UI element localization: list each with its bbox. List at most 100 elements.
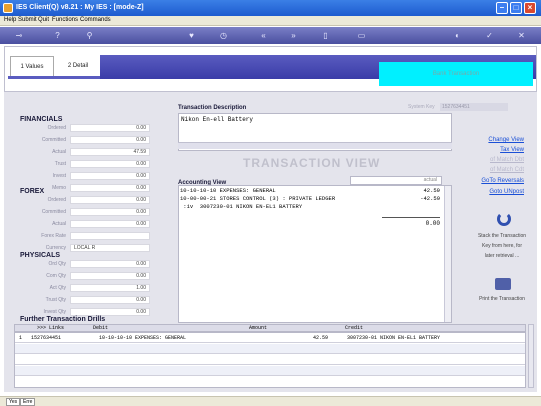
financials-value: 0.00 — [70, 124, 150, 132]
physicals-value: 0.00 — [70, 260, 150, 268]
side-link[interactable]: Change View — [488, 137, 524, 143]
financials-value: 47.59 — [70, 148, 150, 156]
sys-key-field: 1527634451 — [440, 103, 508, 111]
tab-values[interactable]: 1 Values — [10, 56, 54, 76]
row-debit: 10-10-10-10 EXPENSES: GENERAL — [99, 335, 187, 341]
side-link[interactable]: Goto UNpost — [489, 189, 524, 195]
close-icon[interactable]: × — [524, 2, 536, 14]
title-bar: IES Client(Q) v8.21 : My IES : [mode-Z] … — [0, 0, 541, 16]
header-box: Bank Transaction — [379, 62, 533, 86]
physicals-value: 0.00 — [70, 308, 150, 316]
menu-commands[interactable]: Commands — [80, 17, 111, 23]
stack-text-3: later retrieval ... — [484, 253, 520, 259]
description-label: Transaction Description — [178, 105, 247, 111]
accounting-line: 10-00-00-21 STORES CONTROL (3) : PRIVATE… — [180, 195, 336, 202]
financials-label: Trust — [54, 161, 66, 167]
financials-value: 0.00 — [70, 184, 150, 192]
minimize-icon[interactable]: – — [496, 2, 508, 14]
financials-value: 0.00 — [70, 136, 150, 144]
accounting-line: :iv 3007230-01 NIKON EN-EL1 BATTERY — [180, 203, 303, 210]
physicals-heading: PHYSICALS — [20, 252, 61, 259]
drills-header-row: >>> Links Debit Amount Credit — [14, 324, 526, 332]
financials-value: 0.00 — [70, 172, 150, 180]
row-credit: 3007230-01 NIKON EN-EL1 BATTERY — [347, 335, 441, 341]
accounting-col-header: actual — [350, 176, 442, 185]
check-icon[interactable]: ✓ — [484, 30, 495, 41]
physicals-label: Trust Qty — [45, 297, 66, 303]
fast-forward-icon[interactable]: » — [288, 30, 299, 41]
menu-submit[interactable]: Submit — [18, 17, 37, 23]
vertical-scrollbar[interactable] — [444, 186, 451, 322]
side-link[interactable]: of Match Dbt — [490, 157, 524, 163]
forex-value: LOCAL R — [70, 244, 150, 252]
side-link[interactable]: Tax View — [500, 147, 524, 153]
help-icon[interactable]: ? — [52, 30, 63, 41]
physicals-value: 0.00 — [70, 272, 150, 280]
financials-label: Actual — [52, 149, 66, 155]
accounting-amount: 42.59 — [423, 187, 440, 194]
transaction-view-title: TRANSACTION VIEW — [243, 156, 381, 170]
drills-scrollbar[interactable] — [528, 324, 534, 388]
menu-quit[interactable]: Quit — [38, 17, 49, 23]
window-title: IES Client(Q) v8.21 : My IES : [mode-Z] — [16, 4, 144, 11]
financials-heading: FINANCIALS — [20, 116, 63, 123]
yes-button[interactable]: Yes — [6, 398, 21, 406]
table-row[interactable]: 1 1527634451 10-10-10-10 EXPENSES: GENER… — [15, 333, 525, 343]
physicals-label: Act Qty — [49, 285, 66, 291]
horizontal-scrollbar[interactable] — [178, 142, 452, 149]
total-rule — [382, 217, 440, 218]
tab-detail[interactable]: 2 Detail — [56, 56, 100, 76]
header-amount: Amount — [249, 325, 268, 331]
forex-value: 0.00 — [70, 196, 150, 204]
physicals-value: 1.00 — [70, 284, 150, 292]
physicals-value: 0.00 — [70, 296, 150, 304]
forex-label: Ordered — [47, 197, 66, 203]
print-text: Print the Transaction — [479, 296, 525, 302]
forex-label: Forex Rate — [41, 233, 66, 239]
physicals-label: Ord Qty — [48, 261, 66, 267]
stack-icon[interactable] — [497, 212, 511, 226]
document-icon[interactable]: ▭ — [356, 30, 367, 41]
clock-icon[interactable]: ◷ — [218, 30, 229, 41]
forex-value: 0.00 — [70, 220, 150, 228]
key-icon[interactable]: ⊸ — [8, 30, 30, 41]
menu-functions[interactable]: Functions — [52, 17, 78, 23]
tab-strip — [8, 76, 100, 79]
status-bar: Yes Erre — [0, 396, 541, 406]
forex-heading: FOREX — [20, 188, 45, 195]
side-link[interactable]: GoTo Reversals — [481, 178, 524, 184]
side-link[interactable]: of Match Cdt — [490, 167, 524, 173]
row-link[interactable]: 1527634451 — [31, 335, 61, 341]
forex-label: Currency — [45, 245, 66, 251]
menu-bar: Help Submit Quit Functions Commands — [0, 16, 541, 26]
rewind-icon[interactable]: « — [258, 30, 269, 41]
stop-icon[interactable]: ▯ — [320, 30, 331, 41]
heart-icon[interactable]: ♥ — [186, 30, 197, 41]
table-row[interactable] — [15, 366, 525, 376]
globe-icon[interactable]: ◐ — [452, 30, 463, 41]
financials-label: Committed — [41, 137, 66, 143]
drills-grid: 1 1527634451 10-10-10-10 EXPENSES: GENER… — [14, 332, 526, 388]
row-number: 1 — [19, 335, 23, 341]
physicals-label: Com Qty — [46, 273, 66, 279]
accounting-amount: -42.59 — [420, 195, 440, 202]
header-credit: Credit — [345, 325, 364, 331]
toolbar: ⊸ ? ⚲ ♥ ◷ « » ▯ ▭ ◐ ✓ ✕ — [0, 27, 541, 44]
drills-heading: Further Transaction Drills — [20, 316, 106, 323]
close-icon[interactable]: ✕ — [516, 30, 527, 41]
forex-label: Actual — [52, 221, 66, 227]
forex-value: 0.00 — [70, 208, 150, 216]
header-links: >>> Links — [37, 325, 65, 331]
financials-value: 0.00 — [70, 160, 150, 168]
table-row[interactable] — [15, 355, 525, 365]
table-row[interactable] — [15, 344, 525, 354]
stack-text-1: Stack the Transaction — [477, 233, 527, 239]
search-icon[interactable]: ⚲ — [84, 30, 95, 41]
printer-icon[interactable] — [495, 278, 511, 290]
app-icon — [3, 3, 13, 13]
row-amount: 42.59 — [313, 335, 329, 341]
erre-button[interactable]: Erre — [20, 398, 36, 406]
maximize-icon[interactable]: □ — [510, 2, 522, 14]
menu-help[interactable]: Help — [4, 17, 16, 23]
financials-label: Ordered — [47, 125, 66, 131]
